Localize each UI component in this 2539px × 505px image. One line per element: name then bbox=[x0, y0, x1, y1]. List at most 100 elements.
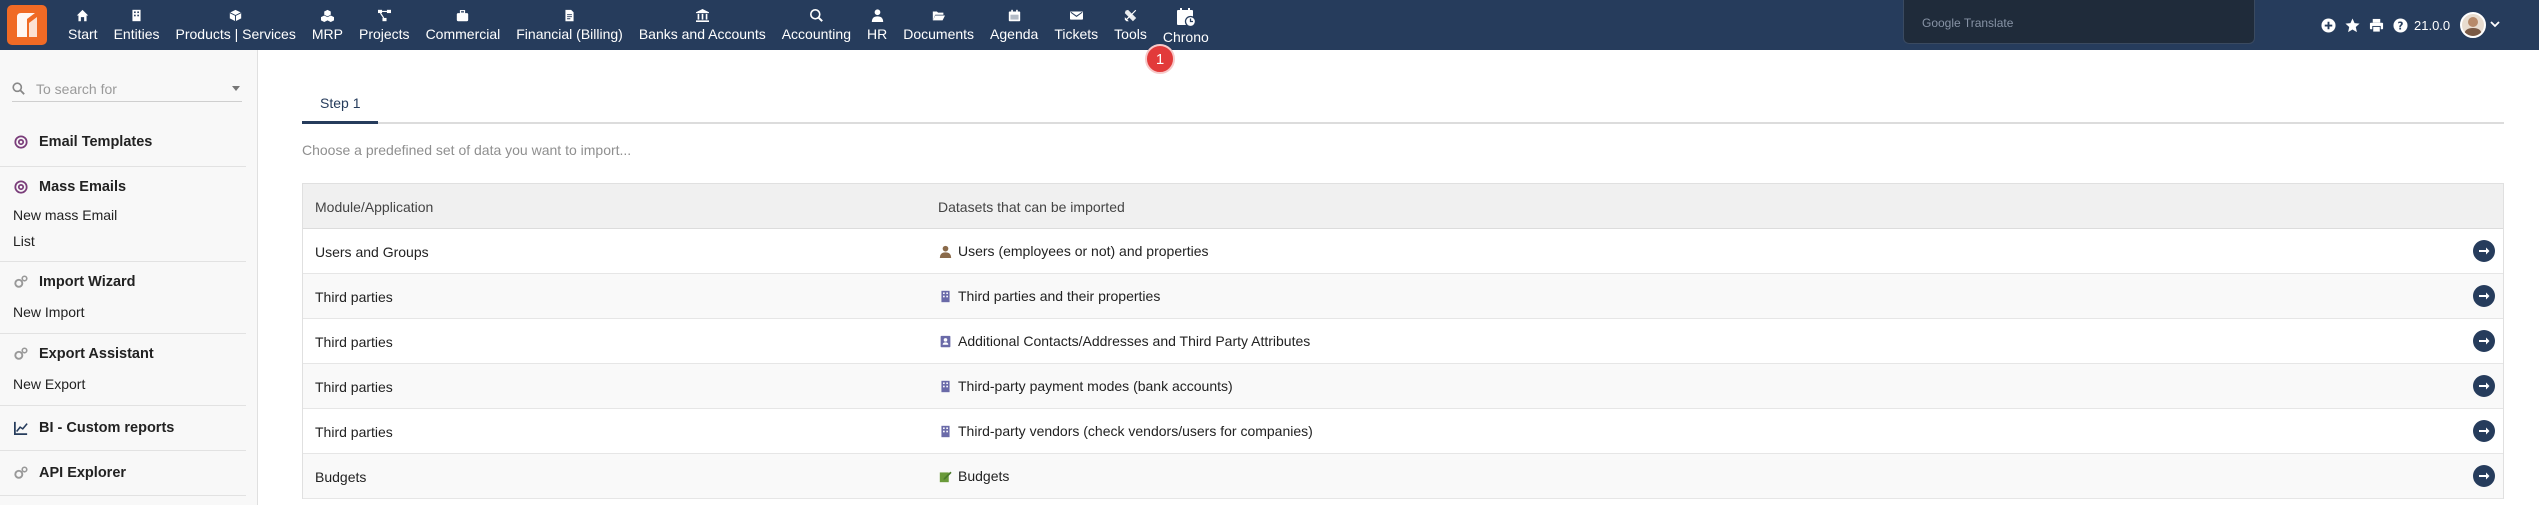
menu-entities[interactable]: Entities bbox=[106, 0, 168, 50]
sidebar-item-email-templates[interactable]: Email Templates bbox=[13, 134, 152, 150]
import-arrow-button[interactable] bbox=[2473, 465, 2495, 487]
printer-icon[interactable] bbox=[2364, 13, 2388, 37]
menu-projects[interactable]: Projects bbox=[351, 0, 418, 50]
import-arrow-button[interactable] bbox=[2473, 330, 2495, 352]
menu-banks-accounts[interactable]: Banks and Accounts bbox=[631, 0, 774, 50]
menu-chrono[interactable]: Chrono bbox=[1155, 0, 1217, 50]
sidebar-link-new-import[interactable]: New Import bbox=[13, 304, 85, 320]
address-card-icon bbox=[938, 334, 952, 348]
column-header-module: Module/Application bbox=[315, 199, 434, 215]
sidebar-link-new-export[interactable]: New Export bbox=[13, 376, 85, 392]
building-icon bbox=[938, 379, 952, 393]
table-row: Third parties Additional Contacts/Addres… bbox=[303, 319, 2503, 364]
cogs-icon bbox=[13, 274, 29, 290]
import-arrow-button[interactable] bbox=[2473, 240, 2495, 262]
menu-label: Financial (Billing) bbox=[516, 25, 623, 42]
menu-accounting[interactable]: Accounting bbox=[774, 0, 859, 50]
dataset-label: Budgets bbox=[958, 468, 1010, 484]
calendar-icon bbox=[1006, 9, 1022, 23]
app-logo[interactable] bbox=[7, 5, 47, 45]
sidebar-search bbox=[12, 78, 242, 102]
calendar-clock-icon bbox=[1175, 6, 1197, 28]
google-translate-label: Google Translate bbox=[1922, 16, 2014, 30]
sidebar-item-import-wizard[interactable]: Import Wizard bbox=[13, 274, 136, 290]
svg-text:?: ? bbox=[2397, 20, 2403, 32]
tab-step-1[interactable]: Step 1 bbox=[302, 84, 379, 124]
cell-module: Budgets bbox=[315, 469, 367, 485]
sidebar-section-bi-reports: BI - Custom reports bbox=[0, 406, 246, 451]
ticket-icon bbox=[1068, 9, 1084, 23]
menu-label: Commercial bbox=[425, 25, 501, 42]
user-tie-icon bbox=[869, 9, 885, 23]
left-sidebar: Email Templates Mass Emails New mass Ema… bbox=[0, 50, 258, 505]
menu-tools[interactable]: Tools bbox=[1106, 0, 1155, 50]
sidebar-section-import-wizard: Import Wizard New Import bbox=[0, 262, 246, 334]
menu-label: Start bbox=[68, 25, 98, 42]
import-arrow-button[interactable] bbox=[2473, 420, 2495, 442]
menu-commercial[interactable]: Commercial bbox=[418, 0, 509, 50]
cell-dataset: Third-party vendors (check vendors/users… bbox=[938, 423, 1313, 439]
line-chart-icon bbox=[13, 420, 29, 436]
cell-dataset: Third parties and their properties bbox=[938, 288, 1160, 304]
table-row: Third parties Third-party vendors (check… bbox=[303, 409, 2503, 454]
search-input[interactable] bbox=[36, 78, 226, 100]
sidebar-section-email-templates: Email Templates bbox=[0, 122, 246, 167]
menu-hr[interactable]: HR bbox=[859, 0, 895, 50]
dataset-label: Additional Contacts/Addresses and Third … bbox=[958, 333, 1311, 349]
import-arrow-button[interactable] bbox=[2473, 375, 2495, 397]
cogs-icon bbox=[13, 465, 29, 481]
cell-module: Third parties bbox=[315, 289, 393, 305]
table-row: Third parties Third parties and their pr… bbox=[303, 274, 2503, 319]
user-icon bbox=[938, 244, 952, 258]
menu-start[interactable]: Start bbox=[60, 0, 106, 50]
menu-label: Entities bbox=[113, 25, 160, 42]
google-translate-widget[interactable]: Google Translate bbox=[1903, 0, 2255, 44]
cube-icon bbox=[228, 9, 244, 23]
cell-module: Users and Groups bbox=[315, 244, 429, 260]
sidebar-heading: API Explorer bbox=[39, 465, 127, 481]
menu-tickets[interactable]: Tickets bbox=[1046, 0, 1106, 50]
menu-label: Documents bbox=[903, 25, 975, 42]
sidebar-heading: Mass Emails bbox=[39, 179, 127, 195]
building-icon bbox=[938, 424, 952, 438]
menu-label: Projects bbox=[358, 25, 410, 42]
sidebar-heading: BI - Custom reports bbox=[39, 420, 175, 436]
menu-documents[interactable]: Documents bbox=[895, 0, 982, 50]
menu-financial[interactable]: Financial (Billing) bbox=[508, 0, 631, 50]
sidebar-item-mass-emails[interactable]: Mass Emails bbox=[13, 179, 126, 195]
sidebar-link-new-mass-email[interactable]: New mass Email bbox=[13, 207, 117, 223]
building-icon bbox=[938, 289, 952, 303]
chevron-down-icon[interactable] bbox=[2490, 16, 2500, 34]
search-dollar-icon bbox=[808, 9, 824, 23]
menu-label: Chrono bbox=[1162, 28, 1209, 45]
search-dropdown-caret-icon[interactable] bbox=[232, 86, 240, 91]
cell-dataset: Budgets bbox=[938, 468, 1009, 484]
sidebar-item-api-explorer[interactable]: API Explorer bbox=[13, 465, 126, 481]
menu-products-services[interactable]: Products | Services bbox=[168, 0, 304, 50]
sidebar-item-export-assistant[interactable]: Export Assistant bbox=[13, 346, 154, 362]
user-avatar[interactable] bbox=[2460, 12, 2487, 38]
bank-icon bbox=[694, 9, 710, 23]
plus-circle-icon[interactable] bbox=[2316, 13, 2340, 37]
menu-label: Tools bbox=[1114, 25, 1147, 42]
wizard-tabs: Step 1 bbox=[302, 84, 2504, 124]
table-header: Module/Application Datasets that can be … bbox=[303, 184, 2503, 229]
cell-dataset: Additional Contacts/Addresses and Third … bbox=[938, 333, 1310, 349]
sidebar-section-api-explorer: API Explorer bbox=[0, 451, 246, 496]
menu-label: Products | Services bbox=[175, 25, 296, 42]
import-datasets-table: Module/Application Datasets that can be … bbox=[302, 183, 2504, 499]
star-icon[interactable] bbox=[2340, 13, 2364, 37]
import-arrow-button[interactable] bbox=[2473, 285, 2495, 307]
top-right-tools: ? 21.0.0 bbox=[2316, 0, 2500, 50]
menu-label: HR bbox=[867, 25, 888, 42]
home-icon bbox=[75, 9, 91, 23]
search-icon bbox=[12, 82, 26, 96]
help-icon[interactable]: ? bbox=[2388, 13, 2412, 37]
dataset-label: Third-party payment modes (bank accounts… bbox=[958, 378, 1233, 394]
menu-mrp[interactable]: MRP bbox=[304, 0, 351, 50]
sidebar-link-list[interactable]: List bbox=[13, 233, 35, 249]
sidebar-item-bi-reports[interactable]: BI - Custom reports bbox=[13, 420, 174, 436]
cell-dataset: Users (employees or not) and properties bbox=[938, 243, 1209, 259]
menu-agenda[interactable]: Agenda bbox=[982, 0, 1046, 50]
table-row: Budgets Budgets bbox=[303, 454, 2503, 499]
